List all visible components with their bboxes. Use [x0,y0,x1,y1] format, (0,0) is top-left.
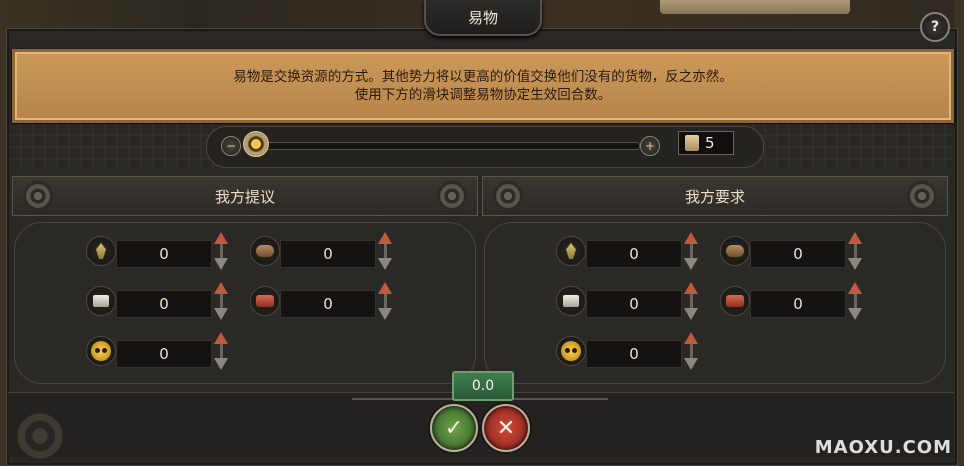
offer-resource-gold: 0 [86,330,234,370]
increase-arrow-icon[interactable] [378,282,392,294]
info-line-1: 易物是交换资源的方式。其他势力将以更高的价值交换他们没有的货物，反之亦然。 [233,69,733,85]
request-panel [484,222,946,384]
resource-stepper[interactable] [214,230,230,274]
resource-value: 0 [586,340,682,368]
increase-arrow-icon[interactable] [684,332,698,344]
resource-stepper[interactable] [378,230,394,274]
resource-value: 0 [586,240,682,268]
cloth-icon [250,286,280,316]
decrease-arrow-icon[interactable] [214,258,228,270]
offer-header: 我方提议 [12,176,478,216]
increase-arrow-icon[interactable] [684,282,698,294]
decrease-arrow-icon[interactable] [684,358,698,370]
resource-value: 0 [280,240,376,268]
decrease-arrow-icon[interactable] [214,308,228,320]
offer-resource-cloth: 0 [250,280,398,320]
grain-icon [556,236,586,266]
resource-value: 0 [280,290,376,318]
resource-stepper[interactable] [378,280,394,324]
gold-icon [86,336,116,366]
trade-balance: 0.0 [452,371,514,401]
wood-icon [720,236,750,266]
request-resource-cloth: 0 [720,280,868,320]
grain-icon [86,236,116,266]
slider-increase-button[interactable]: + [640,136,660,156]
offer-title: 我方提议 [214,187,275,206]
increase-arrow-icon[interactable] [214,232,228,244]
info-banner: 易物是交换资源的方式。其他势力将以更高的价值交换他们没有的货物，反之亦然。 使用… [12,49,954,123]
increase-arrow-icon[interactable] [214,332,228,344]
offer-resource-stone: 0 [86,280,234,320]
resource-stepper[interactable] [684,230,700,274]
resource-value: 0 [116,290,212,318]
rosette-ornament-icon [437,181,467,211]
scroll-icon [685,135,699,151]
resource-value: 0 [750,240,846,268]
wood-icon [250,236,280,266]
stone-icon [86,286,116,316]
resource-value: 0 [116,240,212,268]
decrease-arrow-icon[interactable] [684,308,698,320]
request-resource-stone: 0 [556,280,704,320]
decrease-arrow-icon[interactable] [378,258,392,270]
request-resource-grain: 0 [556,230,704,270]
turns-value: 5 [705,134,715,152]
slider-decrease-button[interactable]: − [221,136,241,156]
rosette-ornament-icon [23,181,53,211]
resource-stepper[interactable] [214,280,230,324]
cloth-icon [720,286,750,316]
offer-panel [14,222,476,384]
help-button[interactable]: ? [920,12,950,42]
rosette-ornament-icon [493,181,523,211]
bottom-bar [8,392,954,457]
corner-rosette-icon [14,410,66,462]
resource-stepper[interactable] [684,280,700,324]
resource-stepper[interactable] [214,330,230,374]
increase-arrow-icon[interactable] [848,282,862,294]
map-scroll-decoration [660,0,850,14]
turns-slider-track[interactable] [256,142,640,150]
resource-stepper[interactable] [848,280,864,324]
offer-resource-grain: 0 [86,230,234,270]
slider-knob[interactable] [243,131,269,157]
turns-display: 5 [678,131,734,155]
increase-arrow-icon[interactable] [378,232,392,244]
gold-icon [556,336,586,366]
increase-arrow-icon[interactable] [214,282,228,294]
increase-arrow-icon[interactable] [684,232,698,244]
reject-button[interactable]: ✕ [482,404,530,452]
rosette-ornament-icon [907,181,937,211]
resource-value: 0 [586,290,682,318]
resource-value: 0 [750,290,846,318]
resource-stepper[interactable] [684,330,700,374]
info-line-2: 使用下方的滑块调整易物协定生效回合数。 [354,87,612,103]
decrease-arrow-icon[interactable] [684,258,698,270]
request-title: 我方要求 [684,187,745,206]
window-title: 易物 [424,0,542,36]
decrease-arrow-icon[interactable] [378,308,392,320]
request-resource-wood: 0 [720,230,868,270]
decrease-arrow-icon[interactable] [848,258,862,270]
offer-resource-wood: 0 [250,230,398,270]
increase-arrow-icon[interactable] [848,232,862,244]
stone-icon [556,286,586,316]
resource-stepper[interactable] [848,230,864,274]
request-header: 我方要求 [482,176,948,216]
request-resource-gold: 0 [556,330,704,370]
decrease-arrow-icon[interactable] [848,308,862,320]
decrease-arrow-icon[interactable] [214,358,228,370]
watermark-text: MAOXU.COM [814,437,952,458]
accept-button[interactable]: ✓ [430,404,478,452]
resource-value: 0 [116,340,212,368]
